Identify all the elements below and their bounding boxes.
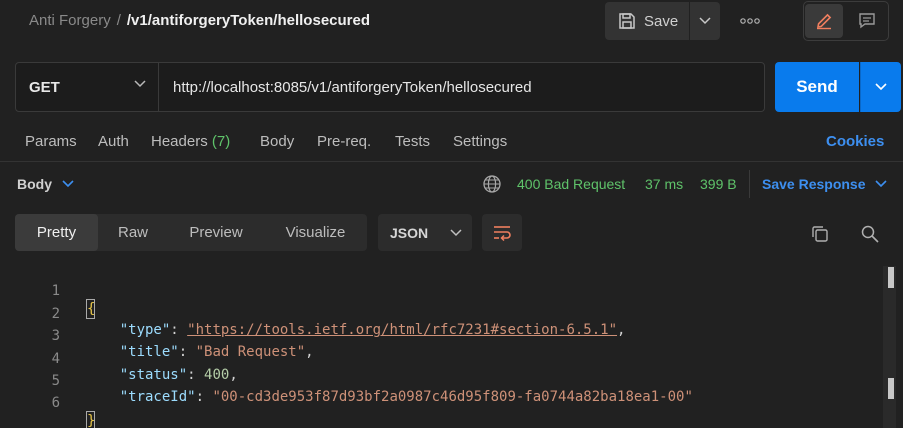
- top-header: Anti Forgery / /v1/antiforgeryToken/hellos…: [0, 0, 903, 44]
- save-options-button[interactable]: [690, 2, 720, 40]
- scrollbar-match-marker: [888, 267, 894, 288]
- tab-params[interactable]: Params: [25, 133, 77, 150]
- breadcrumb-collection[interactable]: Anti Forgery: [29, 12, 111, 29]
- globe-icon[interactable]: [482, 174, 502, 194]
- response-status[interactable]: 400 Bad Request: [517, 176, 625, 192]
- code-line: 6 }: [0, 379, 883, 428]
- more-icon: [740, 18, 760, 24]
- comment-icon: [859, 13, 875, 29]
- save-response-label: Save Response: [762, 176, 866, 192]
- more-actions-button[interactable]: [736, 8, 764, 34]
- code-line: 3 "title": "Bad Request",: [0, 312, 883, 360]
- response-body-label: Body: [17, 176, 52, 192]
- response-size[interactable]: 399 B: [700, 176, 737, 192]
- response-body-code[interactable]: 1 { 2 "type": "https://tools.ietf.org/ht…: [0, 266, 883, 428]
- send-options-button[interactable]: [860, 62, 901, 112]
- tab-auth[interactable]: Auth: [98, 133, 129, 150]
- search-icon: [861, 225, 879, 243]
- wrap-lines-button[interactable]: [482, 214, 522, 251]
- breadcrumb-request-name[interactable]: /v1/antiforgeryToken/hellosecured: [127, 12, 370, 29]
- close-brace[interactable]: }: [86, 411, 95, 428]
- tab-body[interactable]: Body: [260, 133, 294, 150]
- breadcrumb: Anti Forgery / /v1/antiforgeryToken/hellos…: [29, 12, 370, 29]
- view-tab-visualize[interactable]: Visualize: [264, 214, 367, 251]
- wrap-lines-icon: [494, 225, 511, 241]
- response-view-tabs: Pretty Raw Preview Visualize: [15, 214, 367, 251]
- scrollbar-match-marker: [888, 378, 894, 399]
- request-url-input[interactable]: [160, 63, 763, 111]
- chevron-down-icon: [62, 180, 74, 188]
- code-line: 5 "traceId": "00-cd3de953f87d93bf2a0987c…: [0, 357, 883, 405]
- copy-icon: [812, 226, 828, 242]
- tab-prereq[interactable]: Pre-req.: [317, 133, 371, 150]
- code-line: 4 "status": 400,: [0, 335, 883, 383]
- view-tab-pretty[interactable]: Pretty: [15, 214, 98, 251]
- cookies-link[interactable]: Cookies: [826, 133, 884, 150]
- copy-button[interactable]: [808, 222, 832, 246]
- request-tabs: Params Auth Headers (7) Body Pre-req. Te…: [0, 128, 903, 156]
- edit-mode-button[interactable]: [805, 4, 843, 38]
- chevron-down-icon: [699, 17, 711, 25]
- send-button[interactable]: Send: [775, 62, 859, 112]
- line-number: 6: [51, 395, 60, 411]
- search-button[interactable]: [858, 222, 882, 246]
- chevron-down-icon: [450, 228, 462, 236]
- save-button[interactable]: Save: [605, 2, 689, 40]
- save-icon: [619, 13, 635, 29]
- send-label: Send: [796, 77, 838, 96]
- code-line: 1 {: [0, 267, 883, 319]
- save-response-button[interactable]: Save Response: [762, 176, 887, 192]
- save-label: Save: [644, 12, 679, 30]
- tab-tests[interactable]: Tests: [395, 133, 430, 150]
- chevron-down-icon: [875, 83, 887, 91]
- breadcrumb-separator: /: [116, 12, 121, 29]
- format-label: JSON: [390, 224, 429, 241]
- tab-headers-label: Headers: [151, 133, 208, 150]
- tab-headers[interactable]: Headers (7): [151, 133, 230, 150]
- pencil-icon: [816, 13, 832, 30]
- tab-settings[interactable]: Settings: [453, 133, 507, 150]
- headers-count-badge: (7): [211, 133, 231, 150]
- toolbar-separator: [749, 170, 750, 198]
- response-body-select[interactable]: Body: [17, 176, 74, 192]
- view-tab-preview[interactable]: Preview: [168, 214, 264, 251]
- chevron-down-icon: [874, 180, 887, 188]
- section-divider: [0, 161, 903, 162]
- format-select[interactable]: JSON: [378, 214, 472, 251]
- code-line: 2 "type": "https://tools.ietf.org/html/r…: [0, 290, 883, 338]
- http-method-label: GET: [29, 78, 60, 96]
- vertical-scrollbar[interactable]: [883, 266, 896, 428]
- comment-mode-button[interactable]: [848, 4, 886, 38]
- view-tab-raw[interactable]: Raw: [98, 214, 168, 251]
- response-time[interactable]: 37 ms: [645, 176, 683, 192]
- chevron-down-icon: [134, 80, 146, 88]
